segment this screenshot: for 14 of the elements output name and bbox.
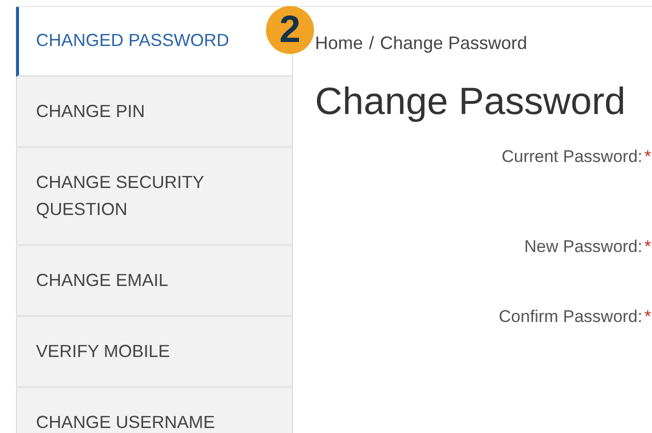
sidebar-item[interactable]: CHANGE SECURITY QUESTION <box>16 148 292 246</box>
required-mark: * <box>644 146 651 168</box>
sidebar-item[interactable]: CHANGE EMAIL <box>16 246 292 317</box>
sidebar-item[interactable]: CHANGE PIN <box>16 77 292 148</box>
field-label: Confirm Password: <box>498 306 642 328</box>
sidebar-item[interactable]: VERIFY MOBILE <box>16 317 292 388</box>
required-mark: * <box>644 306 651 328</box>
breadcrumb-current: Change Password <box>380 32 528 55</box>
breadcrumb-link[interactable]: Home <box>315 31 364 55</box>
field-label: Current Password: <box>502 146 642 168</box>
required-mark: * <box>644 236 651 258</box>
field-label: New Password: <box>524 236 642 258</box>
breadcrumb-separator: / <box>369 32 374 55</box>
page-title: Change Password <box>315 80 627 125</box>
